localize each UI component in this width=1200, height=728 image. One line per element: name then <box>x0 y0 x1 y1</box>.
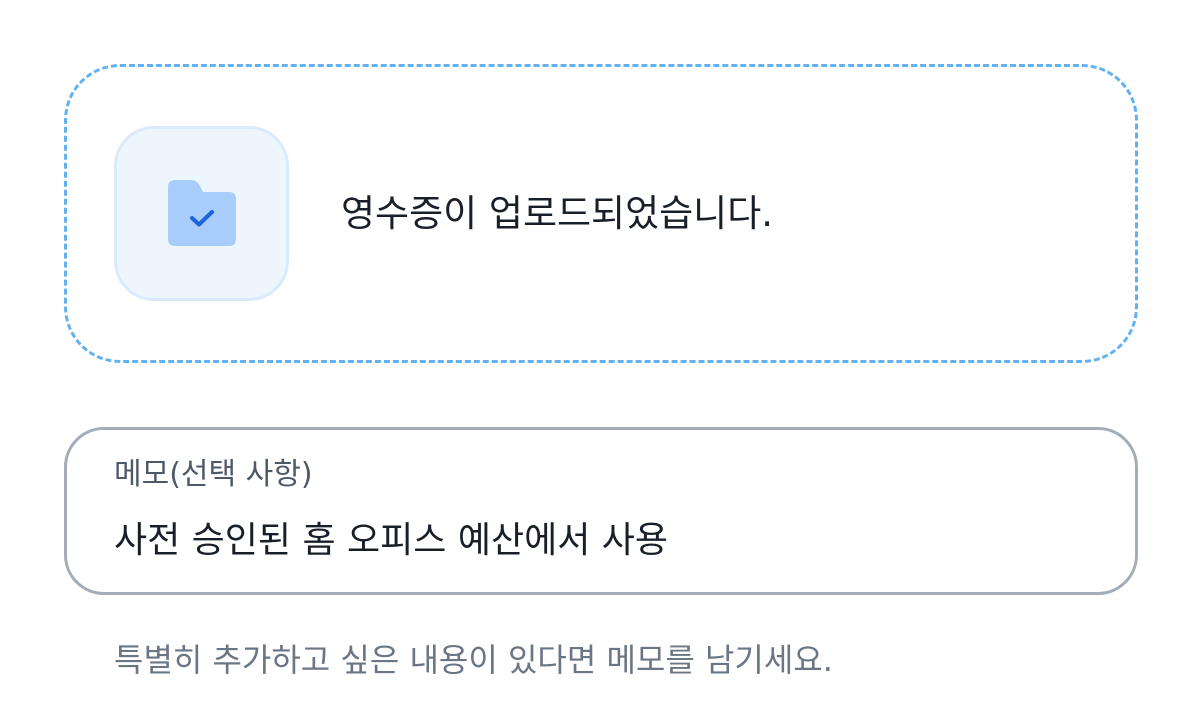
folder-check-icon <box>168 180 236 246</box>
memo-helper-text: 특별히 추가하고 싶은 내용이 있다면 메모를 남기세요. <box>114 641 833 679</box>
memo-input[interactable]: 사전 승인된 홈 오피스 예산에서 사용 <box>114 515 668 567</box>
memo-label: 메모(선택 사항) <box>114 457 313 492</box>
memo-field[interactable] <box>64 427 1138 595</box>
upload-status-text: 영수증이 업로드되었습니다. <box>341 192 774 235</box>
